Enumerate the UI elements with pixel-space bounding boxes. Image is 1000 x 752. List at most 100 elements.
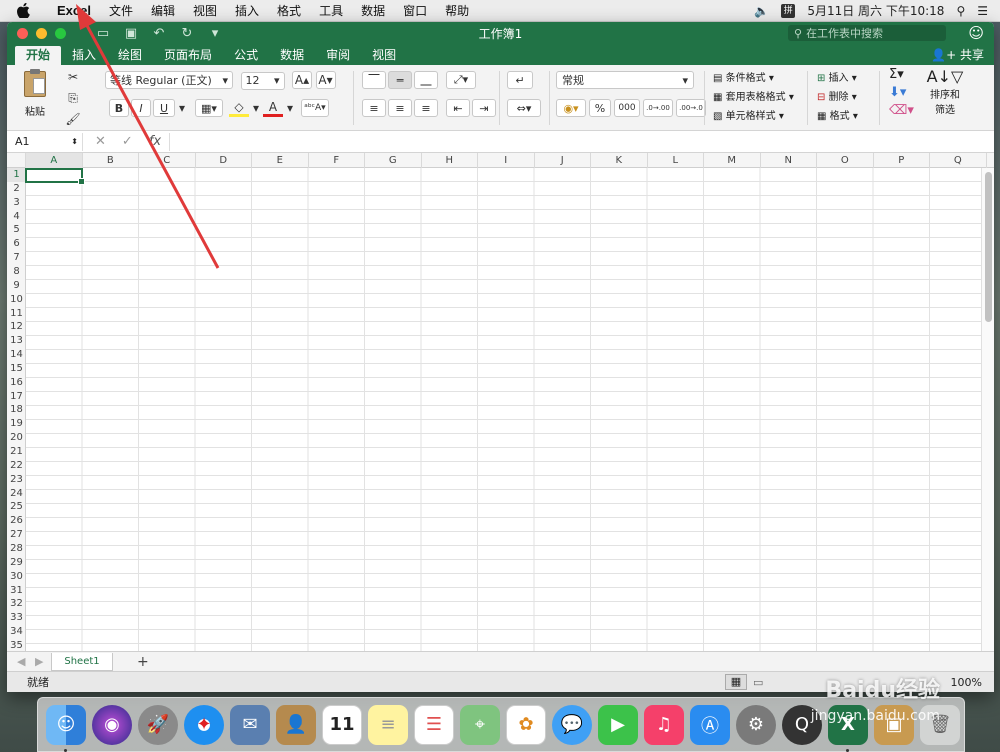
insert-function-icon[interactable]: fx: [149, 134, 161, 149]
row-header-33[interactable]: 33: [7, 611, 26, 625]
cancel-formula-icon[interactable]: ✕: [95, 134, 106, 149]
column-header-o[interactable]: O: [817, 153, 874, 168]
customize-toolbar-icon[interactable]: ▾: [208, 26, 222, 41]
row-header-29[interactable]: 29: [7, 556, 26, 570]
zoom-window-button[interactable]: [55, 27, 66, 39]
orientation-button[interactable]: ⤢▾: [446, 71, 476, 89]
increase-indent-button[interactable]: ⇥: [472, 99, 496, 117]
select-all-corner[interactable]: [7, 153, 26, 168]
borders-button[interactable]: ▦▾: [195, 99, 223, 117]
font-size-select[interactable]: 12 ▾: [240, 71, 285, 90]
percent-button[interactable]: %: [589, 99, 611, 117]
page-layout-view-icon[interactable]: ▭: [753, 676, 763, 689]
align-middle-button[interactable]: ═: [388, 71, 412, 89]
column-header-i[interactable]: I: [478, 153, 535, 168]
column-header-c[interactable]: C: [139, 153, 196, 168]
conditional-formatting-button[interactable]: ▤ 条件格式 ▾: [713, 69, 794, 84]
share-button[interactable]: 👤+ 共享: [931, 46, 984, 63]
column-header-d[interactable]: D: [196, 153, 252, 168]
fill-icon[interactable]: ⬇▾: [889, 85, 914, 100]
vertical-scrollbar[interactable]: [981, 168, 994, 651]
app-store-icon[interactable]: Ⓐ: [690, 704, 730, 745]
font-color-dropdown-icon[interactable]: ▾: [285, 99, 295, 117]
font-name-select[interactable]: 等线 Regular (正文) ▾: [105, 71, 233, 89]
apple-icon[interactable]: [16, 3, 30, 18]
column-header-l[interactable]: L: [648, 153, 704, 168]
increase-font-size-icon[interactable]: A▴: [292, 71, 312, 89]
underline-dropdown-icon[interactable]: ▾: [177, 99, 187, 117]
tab-home[interactable]: 开始: [15, 46, 62, 65]
notes-icon[interactable]: ≡: [368, 704, 408, 745]
comma-style-button[interactable]: 000: [614, 99, 640, 117]
cut-icon[interactable]: ✂: [63, 68, 83, 86]
menu-help[interactable]: 帮助: [436, 0, 478, 22]
align-left-button[interactable]: ≡: [362, 99, 386, 117]
row-header-16[interactable]: 16: [7, 376, 26, 390]
formula-input[interactable]: [169, 132, 994, 151]
merge-center-button[interactable]: ⇔▾: [507, 99, 541, 117]
menu-tools[interactable]: 工具: [310, 0, 352, 22]
paste-button[interactable]: 粘贴: [15, 69, 55, 118]
column-header-m[interactable]: M: [704, 153, 761, 168]
format-as-table-button[interactable]: ▦ 套用表格格式 ▾: [713, 88, 794, 103]
row-header-9[interactable]: 9: [7, 279, 26, 293]
tab-draw[interactable]: 绘图: [107, 46, 153, 65]
tab-formulas[interactable]: 公式: [223, 46, 269, 65]
system-preferences-icon[interactable]: ⚙: [736, 704, 776, 745]
delete-cells-button[interactable]: ⊟ 删除 ▾: [817, 88, 858, 103]
row-header-28[interactable]: 28: [7, 542, 26, 556]
menu-view[interactable]: 视图: [184, 0, 226, 22]
row-header-2[interactable]: 2: [7, 182, 26, 196]
phonetic-guide-button[interactable]: ᵃᵇᶜA▾: [301, 99, 329, 117]
menu-edit[interactable]: 编辑: [142, 0, 184, 22]
row-header-10[interactable]: 10: [7, 293, 26, 307]
row-header-11[interactable]: 11: [7, 307, 26, 321]
row-header-27[interactable]: 27: [7, 528, 26, 542]
tab-review[interactable]: 审阅: [315, 46, 361, 65]
format-painter-icon[interactable]: 🖌: [63, 110, 83, 128]
calendar-icon[interactable]: 11: [322, 704, 362, 745]
increase-decimal-button[interactable]: .0→.00: [643, 99, 673, 117]
menu-window[interactable]: 窗口: [394, 0, 436, 22]
row-header-15[interactable]: 15: [7, 362, 26, 376]
normal-view-icon[interactable]: ▦: [725, 674, 747, 690]
column-header-k[interactable]: K: [591, 153, 648, 168]
row-header-19[interactable]: 19: [7, 417, 26, 431]
messages-icon[interactable]: 💬: [552, 704, 592, 745]
zoom-level[interactable]: 100%: [951, 676, 982, 689]
row-header-5[interactable]: 5: [7, 223, 26, 237]
row-header-31[interactable]: 31: [7, 584, 26, 598]
row-header-8[interactable]: 8: [7, 265, 26, 279]
row-header-30[interactable]: 30: [7, 570, 26, 584]
cell-styles-button[interactable]: ▧ 单元格样式 ▾: [713, 107, 794, 122]
row-header-35[interactable]: 35: [7, 639, 26, 651]
row-header-32[interactable]: 32: [7, 597, 26, 611]
column-header-h[interactable]: H: [422, 153, 478, 168]
row-header-12[interactable]: 12: [7, 320, 26, 334]
tab-view[interactable]: 视图: [361, 46, 407, 65]
redo-icon[interactable]: ↻: [180, 26, 194, 41]
align-center-button[interactable]: ≡: [388, 99, 412, 117]
row-header-7[interactable]: 7: [7, 251, 26, 265]
column-header-a[interactable]: A: [26, 153, 83, 168]
column-header-g[interactable]: G: [365, 153, 422, 168]
underline-button[interactable]: U: [153, 99, 175, 117]
music-icon[interactable]: ♫: [644, 704, 684, 745]
column-header-p[interactable]: P: [874, 153, 930, 168]
wrap-text-button[interactable]: ↵: [507, 71, 533, 89]
decrease-font-size-icon[interactable]: A▾: [315, 71, 336, 89]
add-sheet-button[interactable]: +: [137, 654, 149, 670]
row-header-21[interactable]: 21: [7, 445, 26, 459]
number-format-select[interactable]: 常规 ▾: [556, 71, 694, 89]
row-header-6[interactable]: 6: [7, 237, 26, 251]
facetime-icon[interactable]: ▶: [598, 704, 638, 745]
menu-data[interactable]: 数据: [352, 0, 394, 22]
column-header-q[interactable]: Q: [930, 153, 987, 168]
close-window-button[interactable]: [17, 27, 28, 39]
menu-app-excel[interactable]: Excel: [48, 0, 100, 22]
sheet-search-input[interactable]: ⚲ 在工作表中搜索: [788, 25, 946, 41]
row-header-18[interactable]: 18: [7, 403, 26, 417]
row-header-20[interactable]: 20: [7, 431, 26, 445]
decrease-decimal-button[interactable]: .00→.0: [676, 99, 706, 117]
sheet-tab-sheet1[interactable]: Sheet1: [51, 652, 113, 671]
